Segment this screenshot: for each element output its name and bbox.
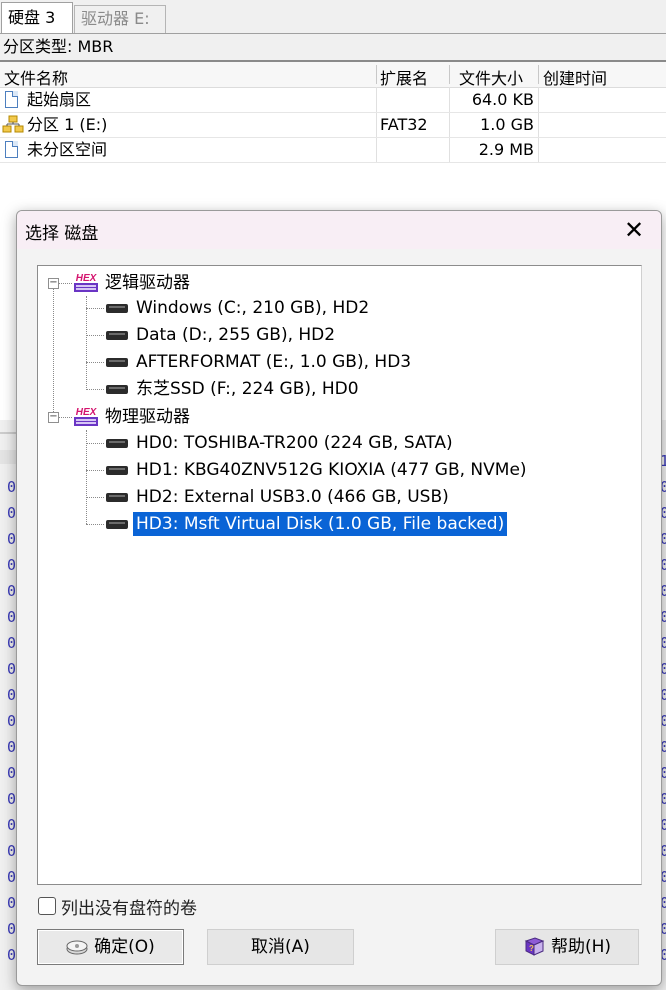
file-icon: [5, 91, 18, 108]
table-row[interactable]: 起始扇区 64.0 KB: [0, 87, 666, 113]
ok-button[interactable]: 确定(O): [37, 929, 184, 965]
table-row[interactable]: 分区 1 (E:) FAT32 1.0 GB: [0, 112, 666, 138]
help-book-icon: ?: [524, 937, 545, 956]
tree-item-hd0[interactable]: HD0: TOSHIBA-TR200 (224 GB, SATA): [136, 431, 453, 455]
tree-item-hd3-selected[interactable]: HD3: Msft Virtual Disk (1.0 GB, File bac…: [133, 512, 508, 536]
tree-item-hd1[interactable]: HD1: KBG40ZNV512G KIOXIA (477 GB, NVMe): [136, 458, 527, 482]
column-header-size[interactable]: 文件大小: [459, 65, 523, 89]
tab-bar: 硬盘 3 驱动器 E:: [0, 0, 666, 34]
select-disk-dialog: 选择 磁盘 ✕ − HEX 逻辑驱动器 Windows (C:, 210 GB)…: [16, 210, 662, 986]
partition-type-label: 分区类型: MBR: [3, 37, 114, 56]
hex-offset: 0: [7, 816, 17, 834]
help-button[interactable]: ? 帮助(H): [495, 929, 639, 965]
tree-item-drive-e[interactable]: AFTERFORMAT (E:, 1.0 GB), HD3: [136, 350, 411, 374]
disk-icon: [106, 493, 128, 502]
tree-guide: [86, 497, 104, 498]
column-separator[interactable]: [538, 65, 539, 84]
column-header-created[interactable]: 创建时间: [543, 65, 607, 89]
row-size: 1.0 GB: [480, 115, 534, 134]
hex-offset: 0: [7, 686, 17, 704]
dialog-title: 选择 磁盘: [25, 224, 99, 244]
row-ext: FAT32: [380, 115, 428, 134]
hex-offset: 0: [7, 504, 17, 522]
tree-item-hd2[interactable]: HD2: External USB3.0 (466 GB, USB): [136, 485, 449, 509]
hex-offset: 0: [7, 634, 17, 652]
column-header-ext[interactable]: 扩展名: [380, 65, 428, 89]
tree-guide: [86, 389, 104, 390]
hex-logo-text: HEX: [76, 273, 98, 284]
disk-icon: [106, 439, 128, 448]
hex-offset: 0: [7, 738, 17, 756]
hex-offset: 0: [7, 790, 17, 808]
disk-drive-icon: [66, 940, 88, 955]
hex-offset: 0: [7, 660, 17, 678]
list-header: 文件名称 扩展名 文件大小 创建时间: [0, 62, 666, 88]
no-drive-letter-checkbox[interactable]: [38, 897, 56, 915]
row-size: 64.0 KB: [471, 90, 534, 109]
hex-drive-group-icon: HEX: [74, 407, 98, 426]
tab-drive-e[interactable]: 驱动器 E:: [74, 5, 166, 33]
tree-guide: [53, 283, 54, 412]
column-separator[interactable]: [449, 65, 450, 84]
hex-offset: 0: [7, 478, 17, 496]
tree-guide: [86, 524, 104, 525]
hex-offset: 0: [7, 920, 17, 938]
tab-disk-3[interactable]: 硬盘 3: [1, 2, 73, 33]
dialog-title-bar[interactable]: 选择 磁盘 ✕: [17, 211, 661, 249]
tree-item-drive-d[interactable]: Data (D:, 255 GB), HD2: [136, 323, 335, 347]
hex-offset: 0: [7, 842, 17, 860]
help-button-label: 帮助(H): [550, 937, 612, 957]
tree-guide: [86, 430, 87, 524]
drive-icon: [106, 385, 128, 394]
drive-icon: [106, 331, 128, 340]
disk-icon: [106, 520, 128, 529]
file-icon: [5, 141, 18, 158]
disk-tree[interactable]: − HEX 逻辑驱动器 Windows (C:, 210 GB), HD2 Da…: [37, 265, 642, 885]
hex-offset: 0: [7, 946, 17, 964]
hex-offset: 0: [7, 530, 17, 548]
ok-button-label: 确定(O): [94, 937, 155, 957]
disk-icon: [106, 466, 128, 475]
tree-node-physical-drives[interactable]: 物理驱动器: [105, 405, 190, 429]
column-separator[interactable]: [376, 65, 377, 84]
tree-guide: [58, 283, 72, 284]
column-header-name[interactable]: 文件名称: [4, 65, 68, 89]
table-row[interactable]: 未分区空间 2.9 MB: [0, 137, 666, 163]
tree-guide: [86, 308, 104, 309]
hex-offset: 0: [7, 556, 17, 574]
tree-guide: [58, 417, 72, 418]
hex-offset: 0: [7, 582, 17, 600]
collapse-icon[interactable]: −: [48, 412, 59, 423]
hex-drive-group-icon: HEX: [74, 273, 98, 292]
row-name: 未分区空间: [27, 140, 108, 159]
drive-icon: [106, 358, 128, 367]
tree-guide: [86, 296, 87, 390]
hex-offset: 0: [7, 868, 17, 886]
tree-item-drive-f[interactable]: 东芝SSD (F:, 224 GB), HD0: [136, 377, 359, 401]
drive-icon: [106, 304, 128, 313]
close-icon[interactable]: ✕: [619, 215, 649, 245]
hex-offset: 0: [7, 764, 17, 782]
partition-icon: [2, 115, 24, 133]
cancel-button[interactable]: 取消(A): [207, 929, 354, 965]
row-size: 2.9 MB: [478, 140, 534, 159]
hex-offset: 0: [7, 608, 17, 626]
checkbox-label: 列出没有盘符的卷: [61, 899, 197, 919]
tree-guide: [86, 362, 104, 363]
collapse-icon[interactable]: −: [48, 278, 59, 289]
row-name: 分区 1 (E:): [27, 115, 108, 134]
tab-divider: [0, 33, 666, 34]
hex-offset: 0: [7, 894, 17, 912]
svg-text:?: ?: [529, 944, 534, 953]
tree-guide: [86, 443, 104, 444]
tree-guide: [86, 335, 104, 336]
cancel-button-label: 取消(A): [251, 937, 310, 957]
hex-logo-text: HEX: [76, 407, 98, 418]
tree-node-logical-drives[interactable]: 逻辑驱动器: [105, 271, 190, 295]
row-name: 起始扇区: [27, 90, 92, 109]
tree-item-drive-c[interactable]: Windows (C:, 210 GB), HD2: [136, 296, 369, 320]
tree-guide: [86, 470, 104, 471]
hex-offset: 0: [7, 712, 17, 730]
